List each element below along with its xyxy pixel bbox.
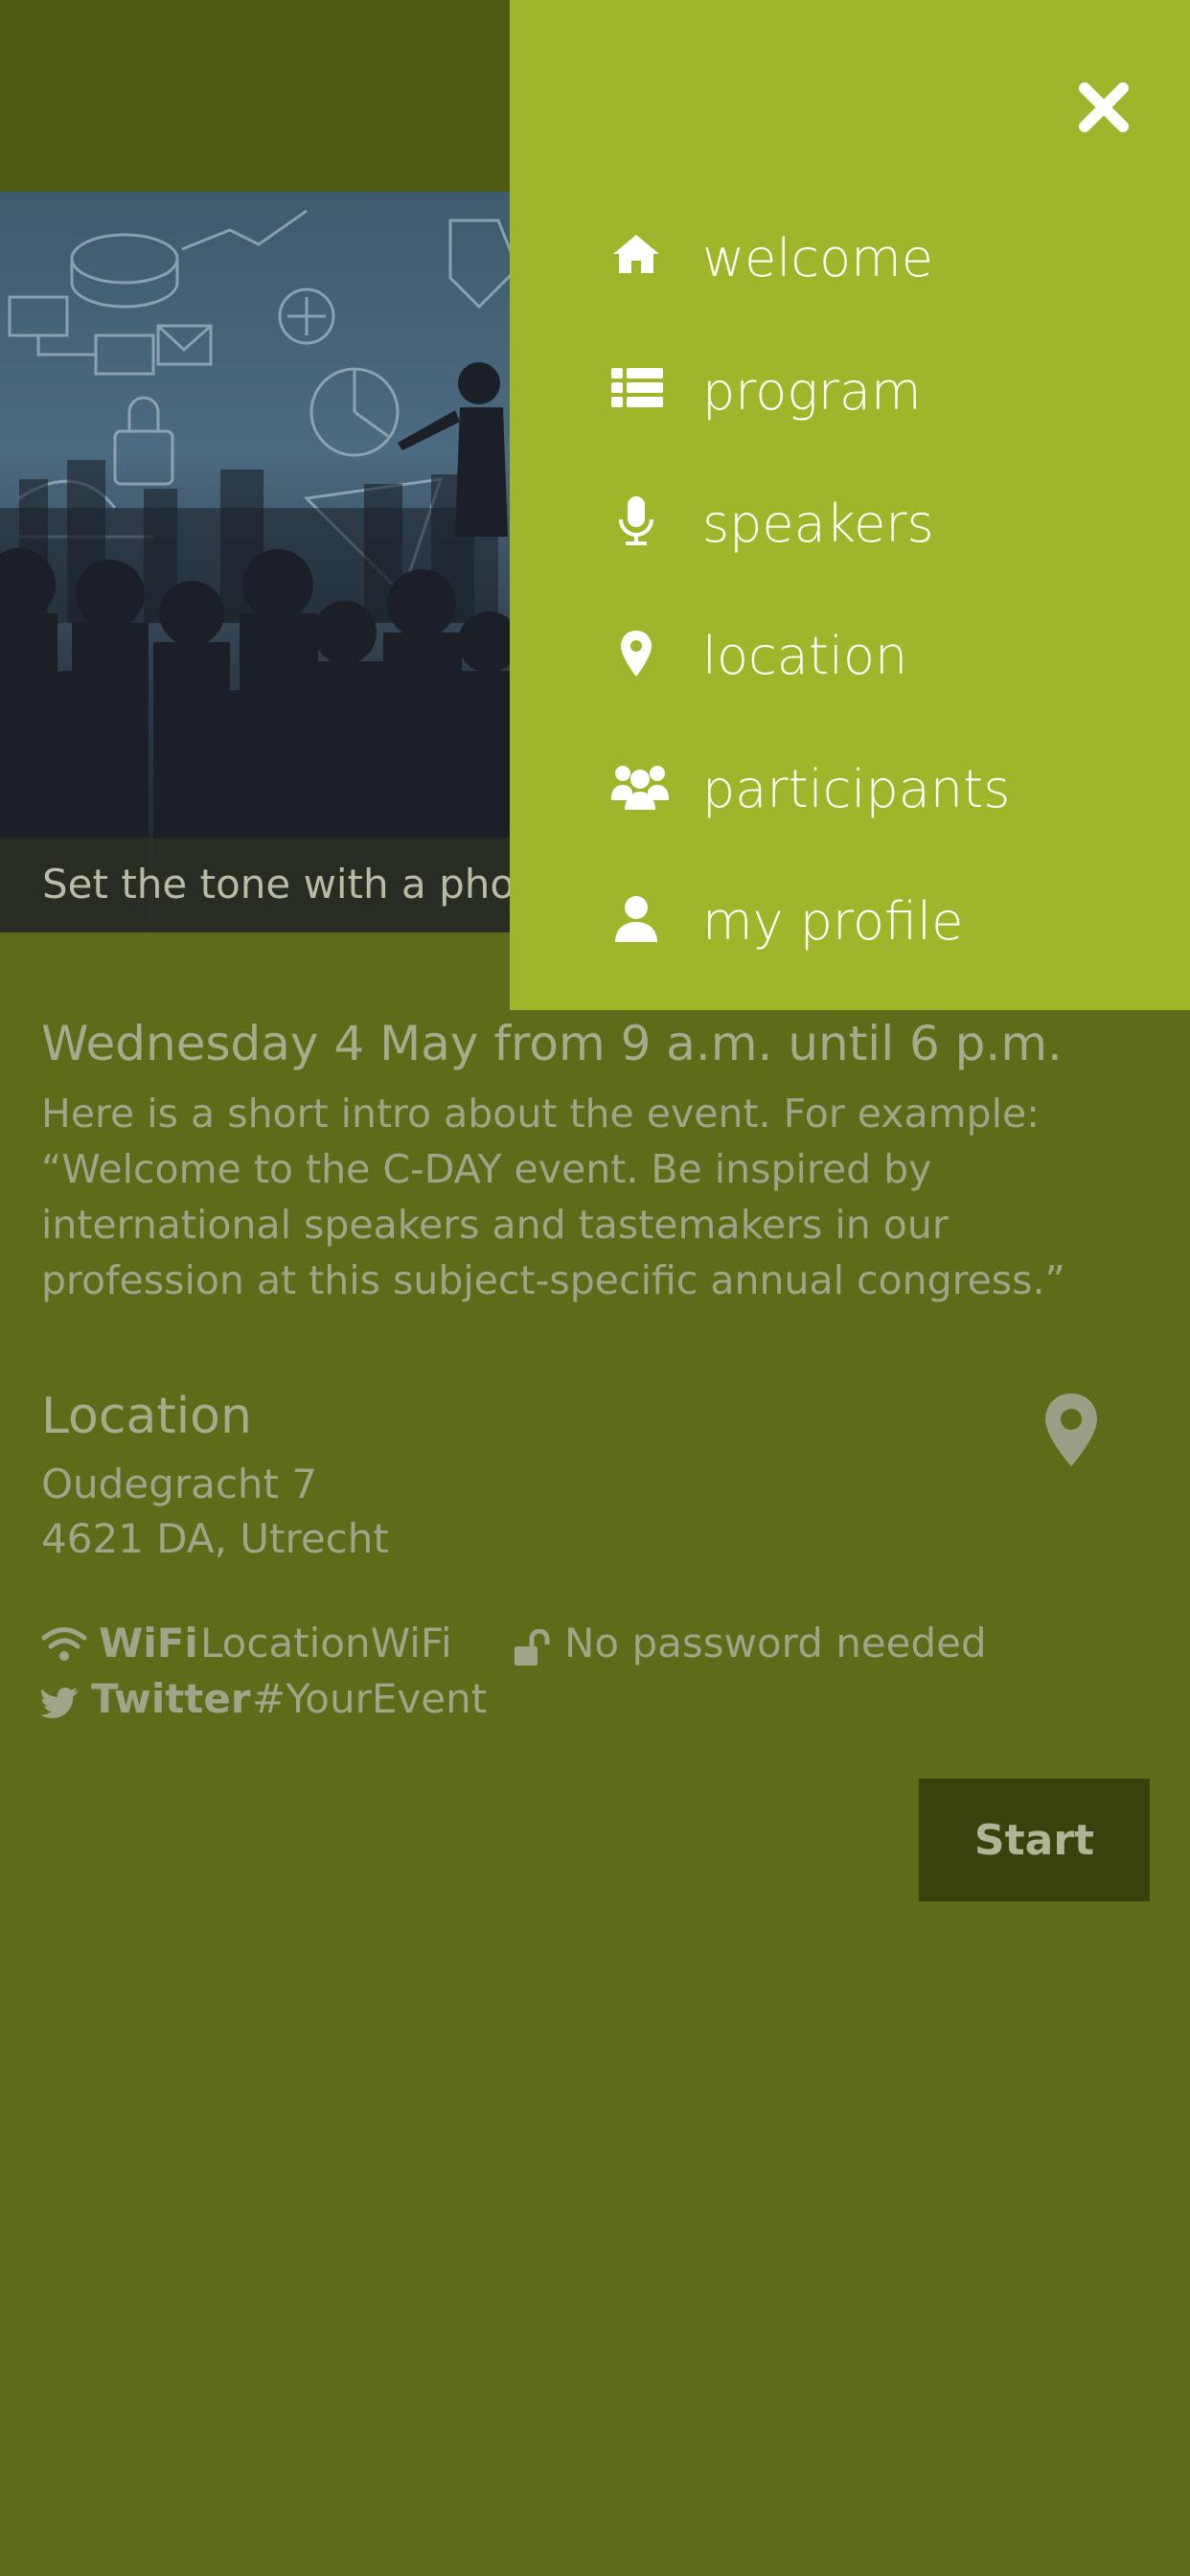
- menu-item-label: my profile: [702, 891, 964, 952]
- wifi-info: WiFi LocationWiFi No password needed: [41, 1620, 1143, 1677]
- wifi-icon: [41, 1627, 87, 1661]
- menu-item-welcome[interactable]: welcome: [510, 205, 1190, 310]
- menu-item-participants[interactable]: participants: [510, 736, 1190, 841]
- menu-item-label: location: [702, 626, 908, 686]
- wifi-network: LocationWiFi: [200, 1620, 452, 1667]
- user-icon: [611, 868, 665, 974]
- unlock-icon: [515, 1629, 550, 1666]
- menu-item-label: speakers: [702, 494, 934, 554]
- menu-item-location[interactable]: location: [510, 603, 1190, 708]
- map-pin-icon[interactable]: [1042, 1392, 1100, 1468]
- hero-caption: Set the tone with a phot: [42, 861, 531, 908]
- nav-drawer: welcome program speakers location partic…: [510, 0, 1190, 1010]
- menu-item-program[interactable]: program: [510, 338, 1190, 444]
- close-icon[interactable]: [1077, 80, 1131, 134]
- home-icon: [611, 205, 665, 310]
- twitter-icon: [41, 1688, 79, 1718]
- twitter-hashtag: #YourEvent: [252, 1675, 488, 1722]
- list-icon: [611, 338, 665, 444]
- twitter-info: Twitter #YourEvent: [41, 1675, 904, 1733]
- wifi-label: WiFi: [99, 1620, 198, 1667]
- menu-item-my-profile[interactable]: my profile: [510, 868, 1190, 974]
- address-line-1: Oudegracht 7: [41, 1460, 318, 1507]
- event-intro: Here is a short intro about the event. F…: [41, 1091, 1065, 1303]
- menu-item-label: welcome: [702, 228, 933, 288]
- address-line-2: 4621 DA, Utrecht: [41, 1515, 389, 1562]
- menu-item-label: program: [702, 361, 922, 422]
- start-button[interactable]: Start: [919, 1779, 1150, 1901]
- event-date: Wednesday 4 May from 9 a.m. until 6 p.m.: [41, 1016, 1063, 1071]
- microphone-icon: [611, 471, 665, 576]
- menu-item-speakers[interactable]: speakers: [510, 471, 1190, 576]
- location-heading: Location: [41, 1388, 252, 1445]
- wifi-password-note: No password needed: [564, 1620, 987, 1667]
- twitter-label: Twitter: [91, 1675, 251, 1722]
- menu-item-label: participants: [702, 759, 1011, 819]
- map-pin-icon: [611, 603, 665, 708]
- users-icon: [611, 736, 669, 841]
